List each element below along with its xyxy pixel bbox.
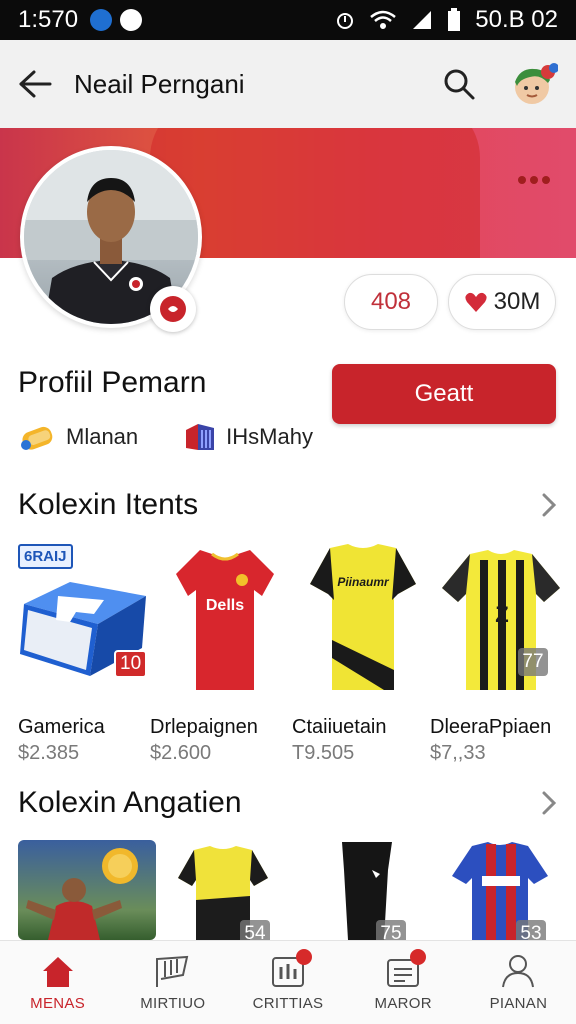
app-notification-icon <box>90 9 113 31</box>
profile-meta-row: Mlanan IHsMahy <box>18 420 357 454</box>
nav-label-4: MAROR <box>374 995 432 1012</box>
gift-icon <box>186 424 215 450</box>
item-name-1: Gamerica <box>18 716 105 738</box>
nav-label-home: MENAS <box>30 995 86 1012</box>
item-price-4: $7,,33 <box>430 742 486 764</box>
item-price-2: $2.600 <box>150 742 212 764</box>
section-title-items: Kolexin Itents <box>18 488 199 521</box>
item-name-3: Ctaiiuetain <box>292 716 387 738</box>
collection-card-2[interactable]: 54 <box>158 840 296 948</box>
battery-icon <box>448 8 461 31</box>
primary-action-button[interactable]: Geatt <box>332 364 556 424</box>
app-bar: Neail Perngani <box>0 40 576 128</box>
nav-item-4[interactable]: MAROR <box>346 941 461 1024</box>
status-time: 1:570 <box>18 6 79 33</box>
nav-item-home[interactable]: MENAS <box>0 941 115 1024</box>
back-arrow-icon[interactable] <box>18 69 52 99</box>
verified-icon <box>160 296 186 322</box>
collection-image-3 <box>296 840 434 940</box>
chevron-right-icon[interactable] <box>540 790 558 816</box>
search-icon[interactable] <box>442 67 476 101</box>
item-shirt-text-4: Z <box>495 602 508 627</box>
section-header-items[interactable]: Kolexin Itents <box>18 488 558 522</box>
chevron-right-icon[interactable] <box>540 492 558 518</box>
nav-label-2: MIRTIUO <box>140 995 206 1012</box>
stat-count-pill[interactable]: 408 <box>344 274 438 330</box>
verified-badge[interactable] <box>150 286 196 332</box>
item-image-4: Z <box>432 540 570 690</box>
collection-card-4[interactable]: 53 <box>434 840 572 948</box>
section-title-collection: Kolexin Angatien <box>18 786 242 819</box>
nav-item-2[interactable]: MIRTIUO <box>115 941 230 1024</box>
item-image-3: Piinaumr <box>294 540 432 690</box>
stat-likes-pill[interactable]: 30M <box>448 274 556 330</box>
page-title: Neail Perngani <box>74 68 245 99</box>
collection-image-4 <box>434 840 572 940</box>
item-card-2[interactable]: Dells <box>156 540 294 690</box>
nav-item-3[interactable]: CRITTIAS <box>230 941 345 1024</box>
profile-title: Profiil Pemarn <box>18 366 207 399</box>
item-price-1: $2.385 <box>18 742 80 764</box>
collection-card-1[interactable] <box>18 840 156 940</box>
collection-image-1 <box>18 840 156 940</box>
nav-notification-dot-4 <box>409 949 426 965</box>
item-name-4: DleeraPpiaen <box>430 716 552 738</box>
person-icon <box>502 955 535 988</box>
item-badge-4: 77 <box>518 648 548 676</box>
item-image-2: Dells <box>156 540 294 690</box>
alarm-icon <box>337 13 354 29</box>
item-card-4[interactable]: Z 77 <box>432 540 570 690</box>
nav-notification-dot-3 <box>296 949 313 965</box>
item-card-3[interactable]: Piinaumr <box>294 540 432 690</box>
item-shirt-text-2: Dells <box>206 597 244 614</box>
heart-icon <box>465 292 487 312</box>
meta-label-2: IHsMahy <box>226 424 313 449</box>
item-card-1[interactable]: 6RAIJ 10 <box>18 540 156 690</box>
stat-likes-value: 30M <box>493 288 541 315</box>
item-price-3: T9.505 <box>292 742 355 764</box>
nav-label-profile: PIANAN <box>489 995 548 1012</box>
collection-card-3[interactable]: 75 <box>296 840 434 948</box>
collection-image-2 <box>158 840 296 940</box>
flag-icon <box>155 955 189 987</box>
camera-notification-icon <box>120 9 143 31</box>
item-badge-1: 10 <box>114 650 148 678</box>
stat-count-value: 408 <box>370 288 412 315</box>
item-name-2: Drlepaignen <box>150 716 258 738</box>
wifi-icon <box>370 10 397 29</box>
section-header-collection[interactable]: Kolexin Angatien <box>18 786 558 820</box>
ticket-icon <box>21 426 53 450</box>
status-bar: 1:570 50.B 02 <box>0 0 576 40</box>
meta-label-1: Mlanan <box>66 424 139 449</box>
nav-item-profile[interactable]: PIANAN <box>461 941 576 1024</box>
home-icon <box>42 957 73 987</box>
bottom-navigation: MENAS MIRTIUO CRITTIAS MAROR PIANAN <box>0 940 576 1024</box>
meta-item-2[interactable]: IHsMahy <box>182 420 313 454</box>
status-right-text: 50.B 02 <box>475 6 558 33</box>
nav-label-3: CRITTIAS <box>252 995 324 1012</box>
user-avatar-icon[interactable] <box>510 60 558 108</box>
item-tag: 6RAIJ <box>18 544 73 569</box>
signal-icon <box>413 11 432 29</box>
more-options-icon[interactable] <box>518 176 550 184</box>
item-shirt-text-3: Piinaumr <box>337 575 390 589</box>
meta-item-1[interactable]: Mlanan <box>18 421 138 453</box>
